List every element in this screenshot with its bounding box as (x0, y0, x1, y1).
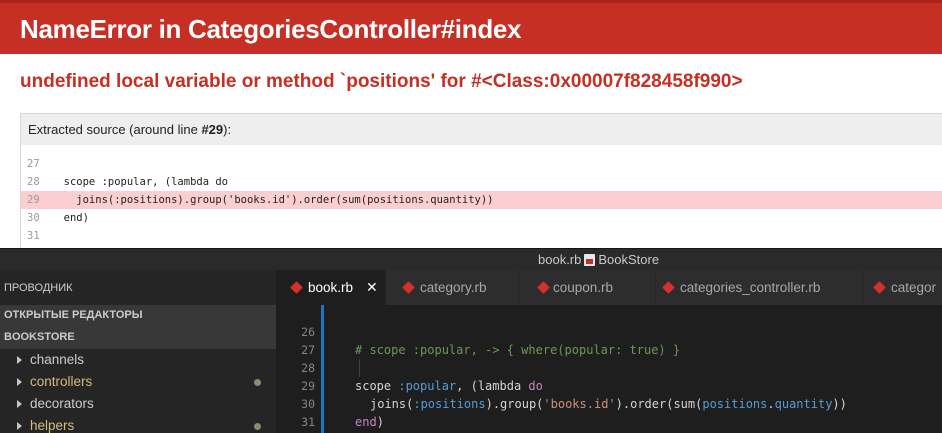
chevron-right-icon (17, 400, 22, 408)
editor-tabbar: book.rb ✕ category.rb coupon.rb categori… (276, 270, 942, 305)
source-caption: Extracted source (around line #29): (28, 122, 232, 137)
folder-label: helpers (30, 418, 75, 433)
error-title: NameError in CategoriesController#index (20, 14, 522, 44)
modified-dot-icon (254, 379, 261, 386)
ruby-file-icon (402, 281, 415, 294)
tab-category-partial[interactable]: categor (863, 270, 942, 305)
folder-helpers[interactable]: helpers (0, 415, 276, 433)
code-line: 27 (301, 343, 315, 357)
explorer-title: ПРОВОДНИК (4, 282, 73, 294)
tab-category-rb[interactable]: category.rb (386, 270, 519, 305)
source-line-highlighted: 29 joins(:positions).group('books.id').o… (21, 191, 942, 209)
source-line: 31 (27, 230, 40, 242)
error-message: undefined local variable or method `posi… (20, 71, 743, 92)
folder-decorators[interactable]: decorators (0, 393, 276, 415)
folder-label: decorators (30, 396, 94, 411)
code-line: 30 end) (301, 397, 384, 429)
folder-label: channels (30, 352, 85, 367)
error-header: NameError in CategoriesController#index (0, 0, 942, 54)
close-icon[interactable]: ✕ (366, 279, 378, 296)
code-line: 28 scope :popular, (lambda do (301, 361, 543, 393)
tab-book-rb[interactable]: book.rb ✕ (276, 270, 386, 305)
project-section[interactable]: BOOKSTORE (0, 327, 276, 349)
folder-label: controllers (30, 374, 93, 389)
ruby-file-icon (662, 281, 675, 294)
folder-controllers[interactable]: controllers (0, 371, 276, 393)
chevron-right-icon (17, 422, 22, 430)
ruby-file-icon (537, 281, 550, 294)
editor-titlebar: book.rb BookStore (0, 248, 942, 270)
explorer-sidebar: ПРОВОДНИК ОТКРЫТЫЕ РЕДАКТОРЫ BOOKSTORE c… (0, 270, 276, 433)
window-title: book.rb BookStore (538, 252, 660, 267)
source-code: 27 28 scope :popular, (lambda do 29 join… (21, 145, 942, 250)
source-line: 30 end) (27, 212, 89, 224)
code-line: 31 (301, 415, 315, 429)
open-editors-section[interactable]: ОТКРЫТЫЕ РЕДАКТОРЫ (0, 305, 276, 327)
source-line: 27 (27, 158, 40, 170)
modified-dot-icon (254, 423, 261, 430)
code-line: 29 joins(:positions).group('books.id').o… (301, 379, 847, 411)
code-line: 26 # scope :popular, -> { where(popular:… (301, 325, 681, 357)
code-editor[interactable]: 26 # scope :popular, -> { where(popular:… (276, 305, 942, 433)
extracted-source-panel: Extracted source (around line #29): 27 2… (20, 113, 942, 250)
folder-channels[interactable]: channels (0, 349, 276, 371)
chevron-right-icon (17, 378, 22, 386)
tab-categories-controller-rb[interactable]: categories_controller.rb (656, 270, 863, 305)
tab-coupon-rb[interactable]: coupon.rb (519, 270, 656, 305)
ruby-file-icon (873, 281, 886, 294)
code-line: 32 (276, 413, 942, 431)
ruby-file-icon (290, 281, 303, 294)
source-line: 28 scope :popular, (lambda do (27, 176, 229, 188)
ruby-file-icon (584, 254, 596, 266)
chevron-right-icon (17, 356, 22, 364)
